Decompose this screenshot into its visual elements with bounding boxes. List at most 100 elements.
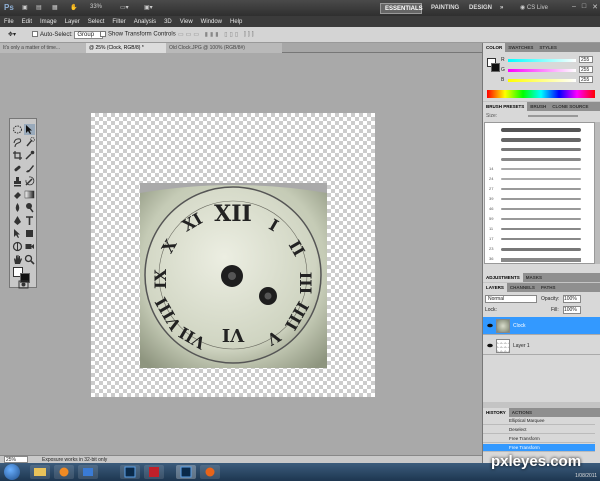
blur-tool-icon[interactable] xyxy=(12,202,23,213)
blue-value[interactable]: 255 xyxy=(579,76,593,83)
brush-list[interactable]: 14 24 27 39 46 59 11 17 23 36 xyxy=(484,122,595,264)
blend-mode-dropdown[interactable]: Normal xyxy=(485,295,537,303)
menu-file[interactable]: File xyxy=(0,19,18,25)
workspace-design[interactable]: DESIGN xyxy=(465,3,496,14)
tab-styles[interactable]: STYLES xyxy=(536,43,560,52)
layer-row-layer-1[interactable]: Layer 1 xyxy=(483,337,600,355)
taskbar-app-icon[interactable] xyxy=(78,465,98,479)
eye-icon[interactable] xyxy=(487,343,493,348)
brush-preset[interactable] xyxy=(485,155,594,163)
red-slider[interactable] xyxy=(508,59,576,62)
brush-preset[interactable]: 36 xyxy=(485,255,594,263)
show-transform-checkbox[interactable] xyxy=(100,31,106,37)
brush-preset[interactable]: 46 xyxy=(485,205,594,213)
history-item[interactable]: Free Transform xyxy=(483,435,595,443)
zoom-field[interactable]: 25% xyxy=(4,456,28,463)
tab-paths[interactable]: PATHS xyxy=(538,283,559,292)
red-value[interactable]: 255 xyxy=(579,56,593,63)
menu-edit[interactable]: Edit xyxy=(18,19,36,25)
tab-history[interactable]: HISTORY xyxy=(483,408,509,417)
zoom-level[interactable]: 33% xyxy=(90,4,102,10)
brush-preset[interactable]: 14 xyxy=(485,165,594,173)
clone-stamp-tool-icon[interactable] xyxy=(12,176,23,187)
document-canvas[interactable]: XII I II III IIII V VI VII VIII IX X XI xyxy=(91,113,375,397)
menu-filter[interactable]: Filter xyxy=(108,19,129,25)
auto-select-checkbox[interactable] xyxy=(32,31,38,38)
history-item[interactable]: Elliptical Marquee xyxy=(483,417,595,425)
taskbar-photoshop-icon[interactable] xyxy=(120,465,140,479)
doc-tab-old-clock[interactable]: Old Clock.JPG @ 100% (RGB/8#) xyxy=(166,43,282,53)
marquee-tool-icon[interactable] xyxy=(12,124,23,135)
quick-selection-tool-icon[interactable] xyxy=(24,137,35,148)
bridge-icon[interactable]: ▣ xyxy=(22,4,28,11)
arrange-documents-icon[interactable]: ▭▾ xyxy=(120,4,129,11)
workspace-more[interactable]: » xyxy=(496,3,507,14)
taskbar-folder-icon[interactable] xyxy=(30,465,50,479)
cs-live-button[interactable]: ◉ CS Live xyxy=(520,4,548,11)
tab-brush[interactable]: BRUSH xyxy=(527,102,549,111)
brush-preset[interactable]: 23 xyxy=(485,245,594,253)
menu-select[interactable]: Select xyxy=(84,19,109,25)
menu-view[interactable]: View xyxy=(176,19,197,25)
background-swatch[interactable] xyxy=(491,63,500,72)
brush-preset[interactable]: 17 xyxy=(485,235,594,243)
brush-preset[interactable]: 39 xyxy=(485,195,594,203)
brush-list-scrollbar[interactable] xyxy=(595,122,600,264)
3d-camera-tool-icon[interactable] xyxy=(24,241,35,252)
doc-tab-matter-of-time[interactable]: It's only a matter of time... xyxy=(0,43,86,53)
menu-help[interactable]: Help xyxy=(226,19,246,25)
grid-icon[interactable]: ▦ xyxy=(52,4,58,11)
tab-layers[interactable]: LAYERS xyxy=(483,283,507,292)
screen-mode-icon[interactable]: ▣▾ xyxy=(144,4,153,11)
tab-clone-source[interactable]: CLONE SOURCE xyxy=(549,102,591,111)
brush-preset[interactable] xyxy=(485,145,594,153)
canvas-area[interactable]: XII I II III IIII V VI VII VIII IX X XI xyxy=(0,53,482,451)
eye-icon[interactable] xyxy=(487,323,493,328)
brush-preset[interactable]: 27 xyxy=(485,185,594,193)
hand-icon[interactable]: ✋ xyxy=(70,4,77,11)
menu-layer[interactable]: Layer xyxy=(61,19,84,25)
brush-preset[interactable]: 59 xyxy=(485,215,594,223)
brush-preset[interactable] xyxy=(485,135,594,143)
auto-select-dropdown[interactable]: Group xyxy=(74,31,104,39)
brush-tool-icon[interactable] xyxy=(24,163,35,174)
green-value[interactable]: 255 xyxy=(579,66,593,73)
move-tool-preset-icon[interactable]: ✥▾ xyxy=(8,31,16,38)
workspace-essentials[interactable]: ESSENTIALS xyxy=(380,3,423,14)
tab-swatches[interactable]: SWATCHES xyxy=(505,43,536,52)
hand-tool-icon[interactable] xyxy=(12,254,23,265)
spot-healing-tool-icon[interactable] xyxy=(12,163,23,174)
quick-mask-icon[interactable] xyxy=(18,279,29,289)
tray-date[interactable]: 1/08/2011 xyxy=(575,473,597,479)
zoom-tool-icon[interactable] xyxy=(24,254,35,265)
eyedropper-tool-icon[interactable] xyxy=(24,150,35,161)
brush-preset[interactable]: 24 xyxy=(485,175,594,183)
tab-brush-presets[interactable]: BRUSH PRESETS xyxy=(483,102,528,111)
brush-size-slider[interactable] xyxy=(528,115,578,117)
dodge-tool-icon[interactable] xyxy=(24,202,35,213)
tab-actions[interactable]: ACTIONS xyxy=(509,408,535,417)
doc-tab-active[interactable]: @ 25% (Clock, RGB/8) * xyxy=(86,43,166,53)
workspace-painting[interactable]: PAINTING xyxy=(427,3,463,14)
brush-preset[interactable] xyxy=(485,125,594,133)
history-item-selected[interactable]: Free Transform xyxy=(483,444,595,452)
green-slider[interactable] xyxy=(508,69,576,72)
show-transform-option[interactable]: Show Transform Controls xyxy=(100,31,176,38)
minimize-icon[interactable]: – xyxy=(572,3,576,11)
close-icon[interactable]: ✕ xyxy=(592,3,598,11)
pen-tool-icon[interactable] xyxy=(12,215,23,226)
history-item[interactable]: Deselect xyxy=(483,426,595,434)
tab-masks[interactable]: MASKS xyxy=(523,273,545,282)
menu-analysis[interactable]: Analysis xyxy=(130,19,160,25)
move-tool-icon[interactable] xyxy=(24,124,35,135)
shape-tool-icon[interactable] xyxy=(24,228,35,239)
brush-preset[interactable]: 11 xyxy=(485,225,594,233)
taskbar-browser-icon[interactable] xyxy=(200,465,220,479)
menu-image[interactable]: Image xyxy=(36,19,61,25)
auto-select-option[interactable]: Auto-Select: Group xyxy=(32,31,104,39)
eraser-tool-icon[interactable] xyxy=(12,189,23,200)
layer-row-clock[interactable]: Clock xyxy=(483,317,600,335)
menu-3d[interactable]: 3D xyxy=(160,19,176,25)
type-tool-icon[interactable] xyxy=(24,215,35,226)
tab-adjustments[interactable]: ADJUSTMENTS xyxy=(483,273,523,282)
